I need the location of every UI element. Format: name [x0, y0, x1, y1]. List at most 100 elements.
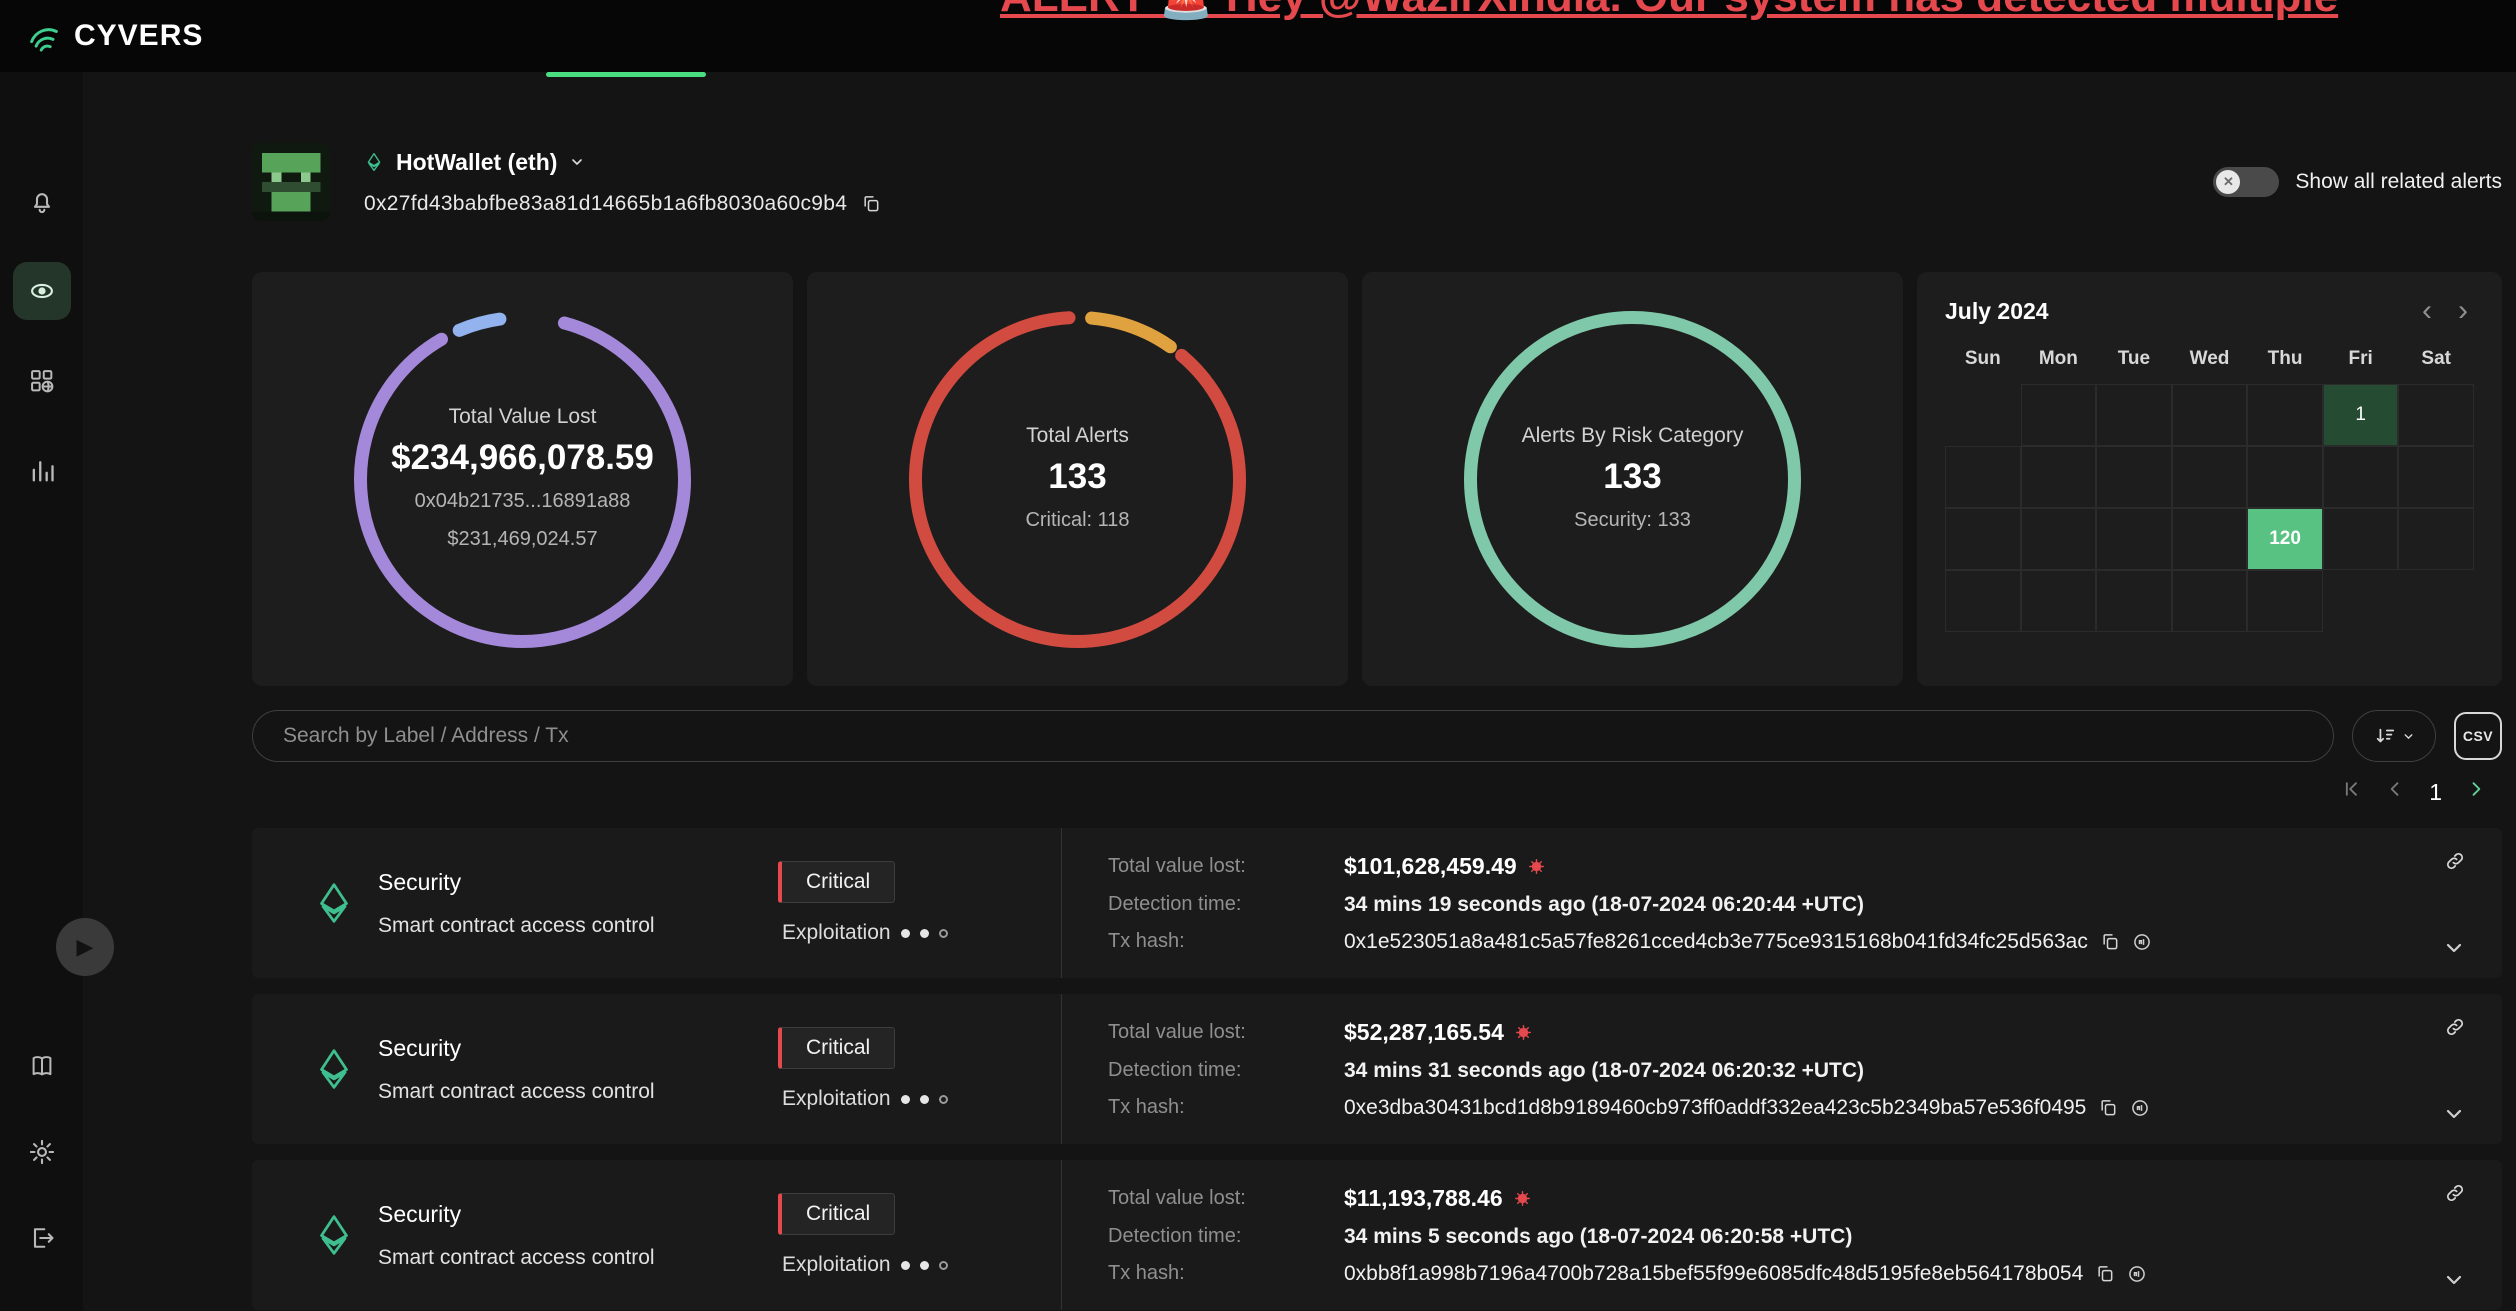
severity-badge: Critical — [778, 1193, 895, 1235]
calendar-cell — [2172, 508, 2248, 570]
sidebar-item-network[interactable] — [13, 352, 71, 410]
sidebar-item-docs[interactable] — [13, 1037, 71, 1095]
detection-time-line: Detection time: 34 mins 31 seconds ago (… — [1108, 1059, 2502, 1083]
alert-link-button[interactable] — [2444, 1016, 2466, 1038]
calendar-cell — [2021, 570, 2097, 632]
export-csv-button[interactable]: CSV — [2454, 712, 2502, 760]
value-lost-line: Total value lost: $101,628,459.49 — [1108, 853, 2502, 880]
calendar-cell — [2398, 384, 2474, 446]
calendar-cell — [2247, 570, 2323, 632]
day-header: Sat — [2398, 348, 2474, 370]
total-value-lost-center: Total Value Lost $234,966,078.59 0x04b21… — [346, 303, 699, 656]
calendar-cell — [2021, 508, 2097, 570]
link-icon — [2444, 1182, 2466, 1204]
pagination: 1 — [252, 778, 2502, 806]
gear-icon — [28, 1138, 56, 1166]
alert-expand-button[interactable] — [2442, 1102, 2466, 1126]
alert-severity-block: Critical Exploitation — [778, 1193, 1061, 1277]
phase-dot-filled — [901, 929, 910, 938]
explorer-link-button[interactable] — [2132, 932, 2152, 952]
calendar-prev-button[interactable]: ‹ — [2416, 296, 2438, 326]
calendar-cell-120-alerts[interactable]: 120 — [2247, 508, 2323, 570]
alert-details: Total value lost: $52,287,165.54 Detecti… — [1061, 994, 2502, 1144]
next-page-button[interactable] — [2466, 778, 2486, 806]
copy-tx-button[interactable] — [2095, 1264, 2115, 1284]
expand-panel-button[interactable]: ▶ — [56, 918, 114, 976]
sidebar-item-logout[interactable] — [13, 1209, 71, 1267]
sidebar — [0, 72, 83, 1311]
explorer-link-button[interactable] — [2127, 1264, 2147, 1284]
detection-time-value: 34 mins 19 seconds ago (18-07-2024 06:20… — [1344, 893, 1864, 917]
tx-hash-line: Tx hash: 0x1e523051a8a481c5a57fe8261cced… — [1108, 930, 2502, 954]
value-lost-line: Total value lost: $52,287,165.54 — [1108, 1019, 2502, 1046]
phase-dot-filled — [901, 1095, 910, 1104]
prev-page-button[interactable] — [2385, 778, 2405, 806]
calendar-cell-day-1[interactable]: 1 — [2323, 384, 2399, 446]
sidebar-item-analytics[interactable] — [13, 442, 71, 500]
calendar-header: July 2024 ‹ › — [1945, 296, 2474, 326]
stat-sub-address: 0x04b21735...16891a88 — [415, 487, 631, 516]
alert-expand-button[interactable] — [2442, 936, 2466, 960]
alert-link-button[interactable] — [2444, 1182, 2466, 1204]
calendar-cell — [2096, 384, 2172, 446]
sidebar-item-settings[interactable] — [13, 1123, 71, 1181]
sidebar-item-notifications[interactable] — [13, 172, 71, 230]
alert-expand-button[interactable] — [2442, 1268, 2466, 1292]
alert-link-button[interactable] — [2444, 850, 2466, 872]
explorer-link-button[interactable] — [2130, 1098, 2150, 1118]
copy-tx-button[interactable] — [2098, 1098, 2118, 1118]
first-page-button[interactable] — [2341, 778, 2361, 806]
calendar-cell — [1945, 508, 2021, 570]
tx-hash-line: Tx hash: 0xe3dba30431bcd1d8b9189460cb973… — [1108, 1096, 2502, 1120]
calendar-nav: ‹ › — [2416, 296, 2474, 326]
wallet-info: HotWallet (eth) 0x27fd43babfbe83a81d1466… — [364, 149, 881, 216]
alert-subcategory: Smart contract access control — [378, 914, 778, 938]
search-toolbar: CSV — [252, 710, 2502, 762]
total-alerts-card: Total Alerts 133 Critical: 118 — [807, 272, 1348, 686]
virus-icon — [1513, 1189, 1532, 1208]
tx-hash-value-group: 0xbb8f1a998b7196a4700b728a15bef55f99e608… — [1344, 1262, 2147, 1286]
search-input[interactable] — [252, 710, 2334, 762]
show-related-alerts-toggle[interactable]: ✕ — [2213, 167, 2279, 197]
day-header: Wed — [2172, 348, 2248, 370]
alert-subcategory: Smart contract access control — [378, 1080, 778, 1104]
copy-address-button[interactable] — [861, 194, 881, 214]
value-lost-text: $11,193,788.46 — [1344, 1185, 1503, 1212]
copy-tx-button[interactable] — [2100, 932, 2120, 952]
sort-button[interactable] — [2352, 710, 2436, 762]
detection-time-value: 34 mins 31 seconds ago (18-07-2024 06:20… — [1344, 1059, 1864, 1083]
tx-hash-line: Tx hash: 0xbb8f1a998b7196a4700b728a15bef… — [1108, 1262, 2502, 1286]
value-lost-amount: $101,628,459.49 — [1344, 853, 1546, 880]
value-lost-label: Total value lost: — [1108, 855, 1344, 878]
phase-dot-filled — [901, 1261, 910, 1270]
alert-category: Security — [378, 1035, 778, 1062]
chevron-down-icon — [2442, 1268, 2466, 1292]
wallet-header: HotWallet (eth) 0x27fd43babfbe83a81d1466… — [252, 118, 2502, 246]
phase-row: Exploitation — [778, 1087, 948, 1111]
detection-time-line: Detection time: 34 mins 19 seconds ago (… — [1108, 893, 2502, 917]
phase-label: Exploitation — [782, 1253, 891, 1277]
alert-severity-block: Critical Exploitation — [778, 861, 1061, 945]
alert-category: Security — [378, 1201, 778, 1228]
calendar-cell — [1945, 446, 2021, 508]
first-page-icon — [2341, 779, 2361, 799]
tx-hash-value: 0xbb8f1a998b7196a4700b728a15bef55f99e608… — [1344, 1262, 2083, 1286]
book-icon — [28, 1052, 56, 1080]
wallet-selector[interactable]: HotWallet (eth) — [364, 149, 881, 176]
alert-subcategory: Smart contract access control — [378, 1246, 778, 1270]
calendar-next-button[interactable]: › — [2452, 296, 2474, 326]
phase-row: Exploitation — [778, 1253, 948, 1277]
brand[interactable]: CYVERS — [26, 18, 203, 54]
sidebar-top-group — [13, 172, 71, 500]
phase-dot-hollow — [939, 1095, 948, 1104]
stat-sub-amount: $231,469,024.57 — [447, 525, 597, 554]
wallet-address-row: 0x27fd43babfbe83a81d14665b1a6fb8030a60c9… — [364, 192, 881, 216]
stat-value: 133 — [1048, 457, 1106, 497]
sidebar-item-monitoring[interactable] — [13, 262, 71, 320]
cyvers-logo-icon — [26, 18, 62, 54]
alert-details: Total value lost: $101,628,459.49 Detect… — [1061, 828, 2502, 978]
calendar-cell — [2172, 446, 2248, 508]
virus-icon — [1527, 857, 1546, 876]
ethereum-icon — [312, 1047, 356, 1091]
stat-value: 133 — [1603, 457, 1661, 497]
